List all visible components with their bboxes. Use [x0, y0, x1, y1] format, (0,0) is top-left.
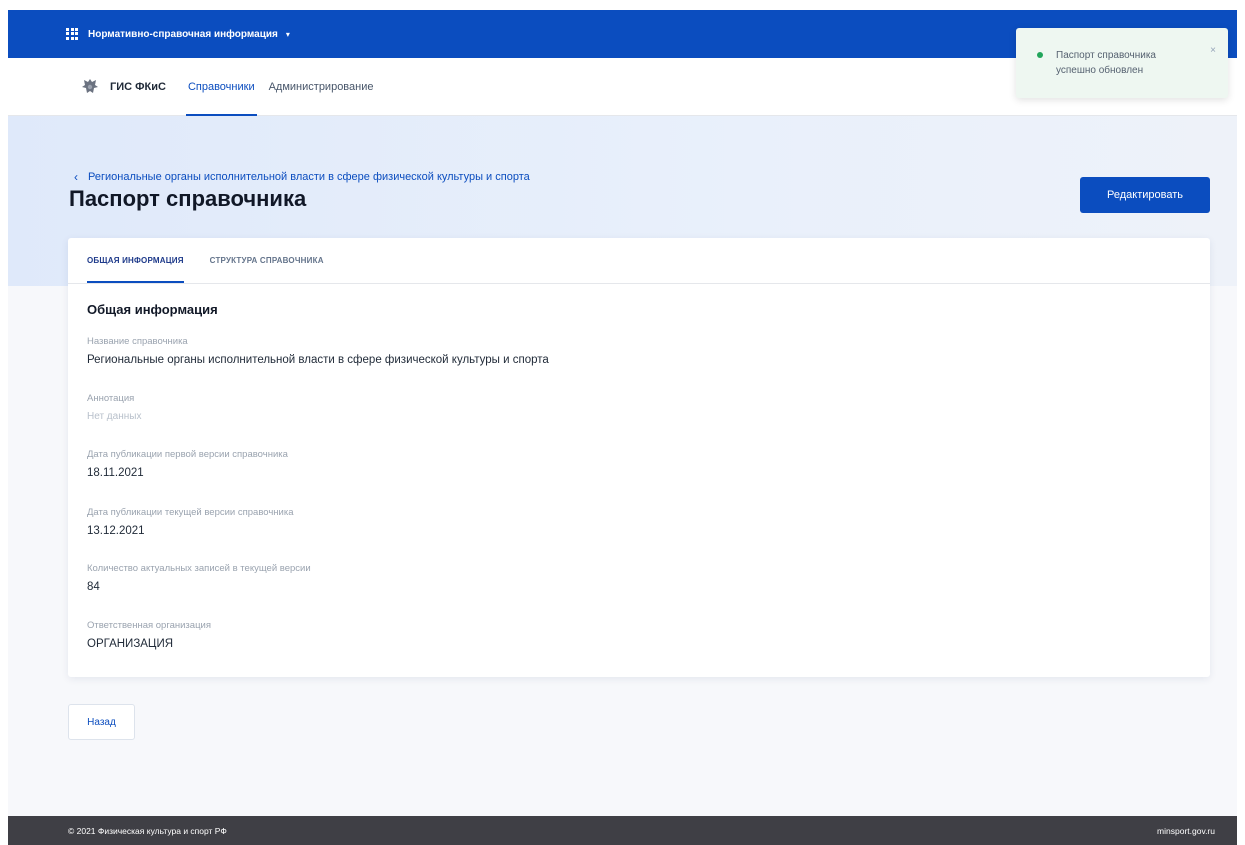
field-value: Нет данных: [87, 411, 142, 422]
footer-copyright: © 2021 Физическая культура и спорт РФ: [68, 825, 227, 836]
nav-link-directories[interactable]: Справочники: [185, 58, 257, 116]
page-title: Паспорт справочника: [69, 186, 307, 211]
field-label: Аннотация: [87, 393, 135, 404]
field-value: 84: [87, 581, 100, 593]
brand-name[interactable]: ГИС ФКиС: [110, 81, 166, 93]
success-status-icon: [1037, 52, 1043, 58]
field-label: Количество актуальных записей в текущей …: [87, 563, 311, 574]
tab-bar: ОБЩАЯ ИНФОРМАЦИЯ СТРУКТУРА СПРАВОЧНИКА: [68, 238, 1210, 284]
field-value: 13.12.2021: [87, 525, 145, 537]
success-toast: Паспорт справочника успешно обновлен ×: [1016, 28, 1228, 98]
edit-button[interactable]: Редактировать: [1080, 177, 1210, 213]
passport-card: ОБЩАЯ ИНФОРМАЦИЯ СТРУКТУРА СПРАВОЧНИКА О…: [68, 238, 1210, 677]
topbar-title[interactable]: Нормативно-справочная информация: [88, 29, 278, 40]
toast-message: Паспорт справочника успешно обновлен: [1056, 50, 1156, 76]
field-directory-name: Название справочника Региональные органы…: [87, 336, 549, 366]
field-label: Ответственная организация: [87, 620, 211, 631]
field-label: Дата публикации текущей версии справочни…: [87, 507, 294, 518]
field-value: Региональные органы исполнительной власт…: [87, 354, 549, 366]
field-first-version-date: Дата публикации первой версии справочник…: [87, 449, 288, 479]
field-current-version-date: Дата публикации текущей версии справочни…: [87, 507, 294, 537]
back-button[interactable]: Назад: [68, 704, 135, 740]
field-record-count: Количество актуальных записей в текущей …: [87, 563, 311, 593]
field-annotation: Аннотация Нет данных: [87, 393, 141, 422]
field-label: Дата публикации первой версии справочник…: [87, 449, 288, 460]
close-icon[interactable]: ×: [1210, 45, 1216, 56]
chevron-left-icon[interactable]: ‹: [74, 170, 78, 184]
field-label: Название справочника: [87, 336, 188, 347]
field-responsible-organization: Ответственная организация ОРГАНИЗАЦИЯ: [87, 620, 211, 650]
nav-link-administration[interactable]: Администрирование: [269, 58, 374, 116]
field-value: 18.11.2021: [87, 467, 144, 479]
tab-general-info[interactable]: ОБЩАЯ ИНФОРМАЦИЯ: [87, 256, 184, 283]
footer: © 2021 Физическая культура и спорт РФ mi…: [8, 816, 1237, 845]
footer-link[interactable]: minsport.gov.ru: [1157, 826, 1215, 836]
section-title: Общая информация: [87, 302, 218, 317]
grid-icon[interactable]: [66, 27, 79, 41]
breadcrumb-link[interactable]: Региональные органы исполнительной власт…: [88, 171, 530, 183]
emblem-logo: [82, 78, 98, 93]
field-value: ОРГАНИЗАЦИЯ: [87, 638, 174, 650]
tab-structure[interactable]: СТРУКТУРА СПРАВОЧНИКА: [210, 256, 324, 283]
chevron-down-icon[interactable]: ▾: [286, 30, 290, 39]
breadcrumb[interactable]: ‹ Региональные органы исполнительной вла…: [74, 170, 530, 184]
